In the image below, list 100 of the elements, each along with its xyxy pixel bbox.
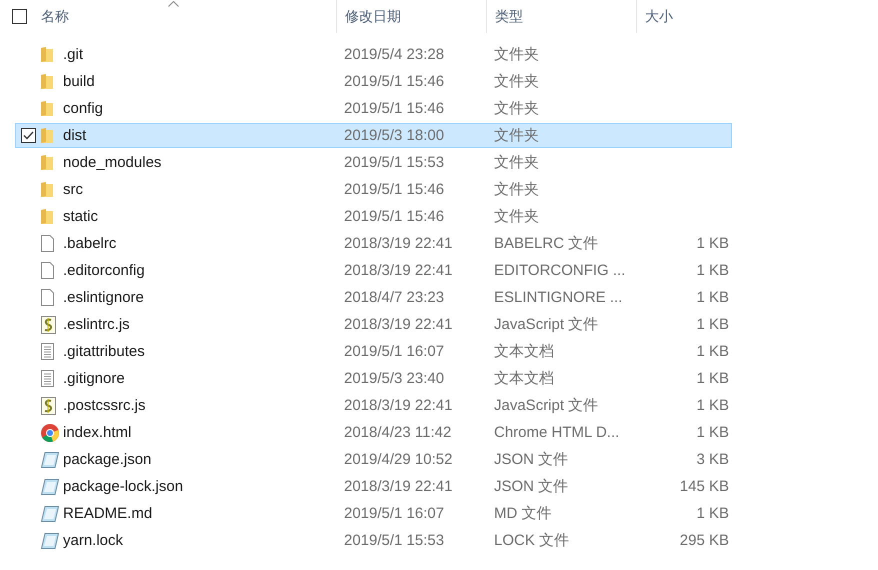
file-type: MD 文件 [493, 504, 552, 523]
file-row[interactable]: .editorconfig 2018/3/19 22:41 EDITORCONFIG ... 1 KB [15, 258, 732, 283]
file-type: JSON 文件 [493, 450, 570, 469]
file-icon [41, 262, 54, 279]
modified-date: 2019/5/4 23:28 [343, 46, 446, 63]
file-row[interactable]: .gitignore 2019/5/3 23:40 文本文档 1 KB [15, 366, 732, 391]
notepad-icon [41, 452, 59, 468]
file-row[interactable]: .postcssrc.js 2018/3/19 22:41 JavaScript 文件 1 KB [15, 393, 732, 418]
file-size: 1 KB [695, 316, 730, 333]
folder-icon [41, 46, 53, 62]
file-name: README.md [63, 505, 152, 522]
file-type: 文件夹 [493, 180, 540, 199]
file-type: BABELRC 文件 [493, 234, 600, 253]
file-name: node_modules [63, 154, 162, 171]
file-size: 1 KB [695, 424, 730, 441]
column-title: 名称 [41, 8, 69, 26]
script-file-icon [41, 396, 56, 414]
column-header[interactable]: 名称 [0, 0, 336, 33]
column-header[interactable]: 类型 [486, 0, 636, 33]
file-type: Chrome HTML D... [493, 424, 620, 441]
file-name: .eslintrc.js [63, 316, 130, 333]
modified-date: 2019/5/1 15:53 [343, 532, 446, 549]
file-size: 1 KB [695, 289, 730, 306]
file-row[interactable]: .babelrc 2018/3/19 22:41 BABELRC 文件 1 KB [15, 231, 732, 256]
file-name: package-lock.json [63, 478, 184, 495]
file-type: 文件夹 [493, 45, 540, 64]
file-name: src [63, 181, 83, 198]
file-row[interactable]: .gitattributes 2019/5/1 16:07 文本文档 1 KB [15, 339, 732, 364]
column-title: 修改日期 [345, 8, 401, 26]
checkbox[interactable] [21, 128, 36, 143]
file-icon [41, 289, 54, 306]
modified-date: 2018/3/19 22:41 [343, 397, 454, 414]
file-name: dist [63, 127, 86, 144]
modified-date: 2019/5/1 15:46 [343, 100, 446, 117]
modified-date: 2018/4/7 23:23 [343, 289, 446, 306]
column-header[interactable]: 修改日期 [336, 0, 486, 33]
file-row[interactable]: .git 2019/5/4 23:28 文件夹 [15, 42, 732, 67]
file-name: .eslintignore [63, 289, 144, 306]
file-type: ESLINTIGNORE ... [493, 289, 624, 306]
file-name: package.json [63, 451, 152, 468]
file-name: .postcssrc.js [63, 397, 146, 414]
file-type: 文件夹 [493, 207, 540, 226]
file-icon [41, 235, 54, 252]
modified-date: 2019/5/1 15:46 [343, 181, 446, 198]
file-row[interactable]: .eslintrc.js 2018/3/19 22:41 JavaScript 文件 1 KB [15, 312, 732, 337]
file-type: JSON 文件 [493, 477, 570, 496]
folder-icon [41, 100, 53, 116]
file-type: 文件夹 [493, 153, 540, 172]
file-type: 文本文档 [493, 342, 555, 361]
file-row[interactable]: src 2019/5/1 15:46 文件夹 [15, 177, 732, 202]
modified-date: 2018/3/19 22:41 [343, 478, 454, 495]
file-size: 1 KB [695, 397, 730, 414]
modified-date: 2019/5/1 15:46 [343, 73, 446, 90]
modified-date: 2019/5/1 16:07 [343, 505, 446, 522]
file-row[interactable]: README.md 2019/5/1 16:07 MD 文件 1 KB [15, 501, 732, 526]
file-size: 295 KB [678, 532, 730, 549]
file-row[interactable]: static 2019/5/1 15:46 文件夹 [15, 204, 732, 229]
file-row[interactable]: index.html 2018/4/23 11:42 Chrome HTML D... 1 KB [15, 420, 732, 445]
script-file-icon [41, 316, 56, 334]
file-row[interactable]: .eslintignore 2018/4/7 23:23 ESLINTIGNORE ... 1 KB [15, 285, 732, 310]
file-name: .gitignore [63, 370, 125, 387]
file-size: 3 KB [695, 451, 730, 468]
file-row[interactable]: package.json 2019/4/29 10:52 JSON 文件 3 KB [15, 447, 732, 472]
file-type: 文件夹 [493, 99, 540, 118]
folder-icon [41, 154, 53, 170]
column-title: 大小 [645, 8, 673, 26]
modified-date: 2019/5/3 18:00 [343, 127, 446, 144]
file-name: .babelrc [63, 235, 116, 252]
folder-icon [41, 128, 53, 144]
file-row[interactable]: config 2019/5/1 15:46 文件夹 [15, 96, 732, 121]
folder-icon [41, 74, 53, 90]
file-type: 文件夹 [493, 126, 540, 145]
text-file-icon [41, 343, 54, 360]
notepad-icon [41, 506, 59, 522]
file-name: config [63, 100, 104, 117]
modified-date: 2018/4/23 11:42 [343, 424, 452, 441]
file-type: EDITORCONFIG ... [493, 262, 626, 279]
file-row[interactable]: yarn.lock 2019/5/1 15:53 LOCK 文件 295 KB [15, 528, 732, 553]
file-size: 145 KB [678, 478, 730, 495]
file-type: 文本文档 [493, 369, 555, 388]
folder-icon [41, 208, 53, 224]
file-size: 1 KB [695, 235, 730, 252]
browser-icon [41, 424, 59, 442]
file-row[interactable]: dist 2019/5/3 18:00 文件夹 [15, 123, 732, 148]
file-row[interactable]: package-lock.json 2018/3/19 22:41 JSON 文件 145 KB [15, 474, 732, 499]
modified-date: 2018/3/19 22:41 [343, 316, 454, 333]
modified-date: 2019/5/1 15:53 [343, 154, 446, 171]
file-row[interactable]: node_modules 2019/5/1 15:53 文件夹 [15, 150, 732, 175]
file-type: LOCK 文件 [493, 531, 570, 550]
modified-date: 2019/5/1 16:07 [343, 343, 446, 360]
modified-date: 2019/4/29 10:52 [343, 451, 454, 468]
column-header[interactable]: 大小 [636, 0, 736, 33]
file-name: static [63, 208, 98, 225]
file-type: 文件夹 [493, 72, 540, 91]
modified-date: 2019/5/3 23:40 [343, 370, 446, 387]
file-name: yarn.lock [63, 532, 124, 549]
checkbox[interactable] [12, 9, 27, 24]
file-row[interactable]: build 2019/5/1 15:46 文件夹 [15, 69, 732, 94]
modified-date: 2019/5/1 15:46 [343, 208, 446, 225]
notepad-icon [41, 478, 59, 494]
